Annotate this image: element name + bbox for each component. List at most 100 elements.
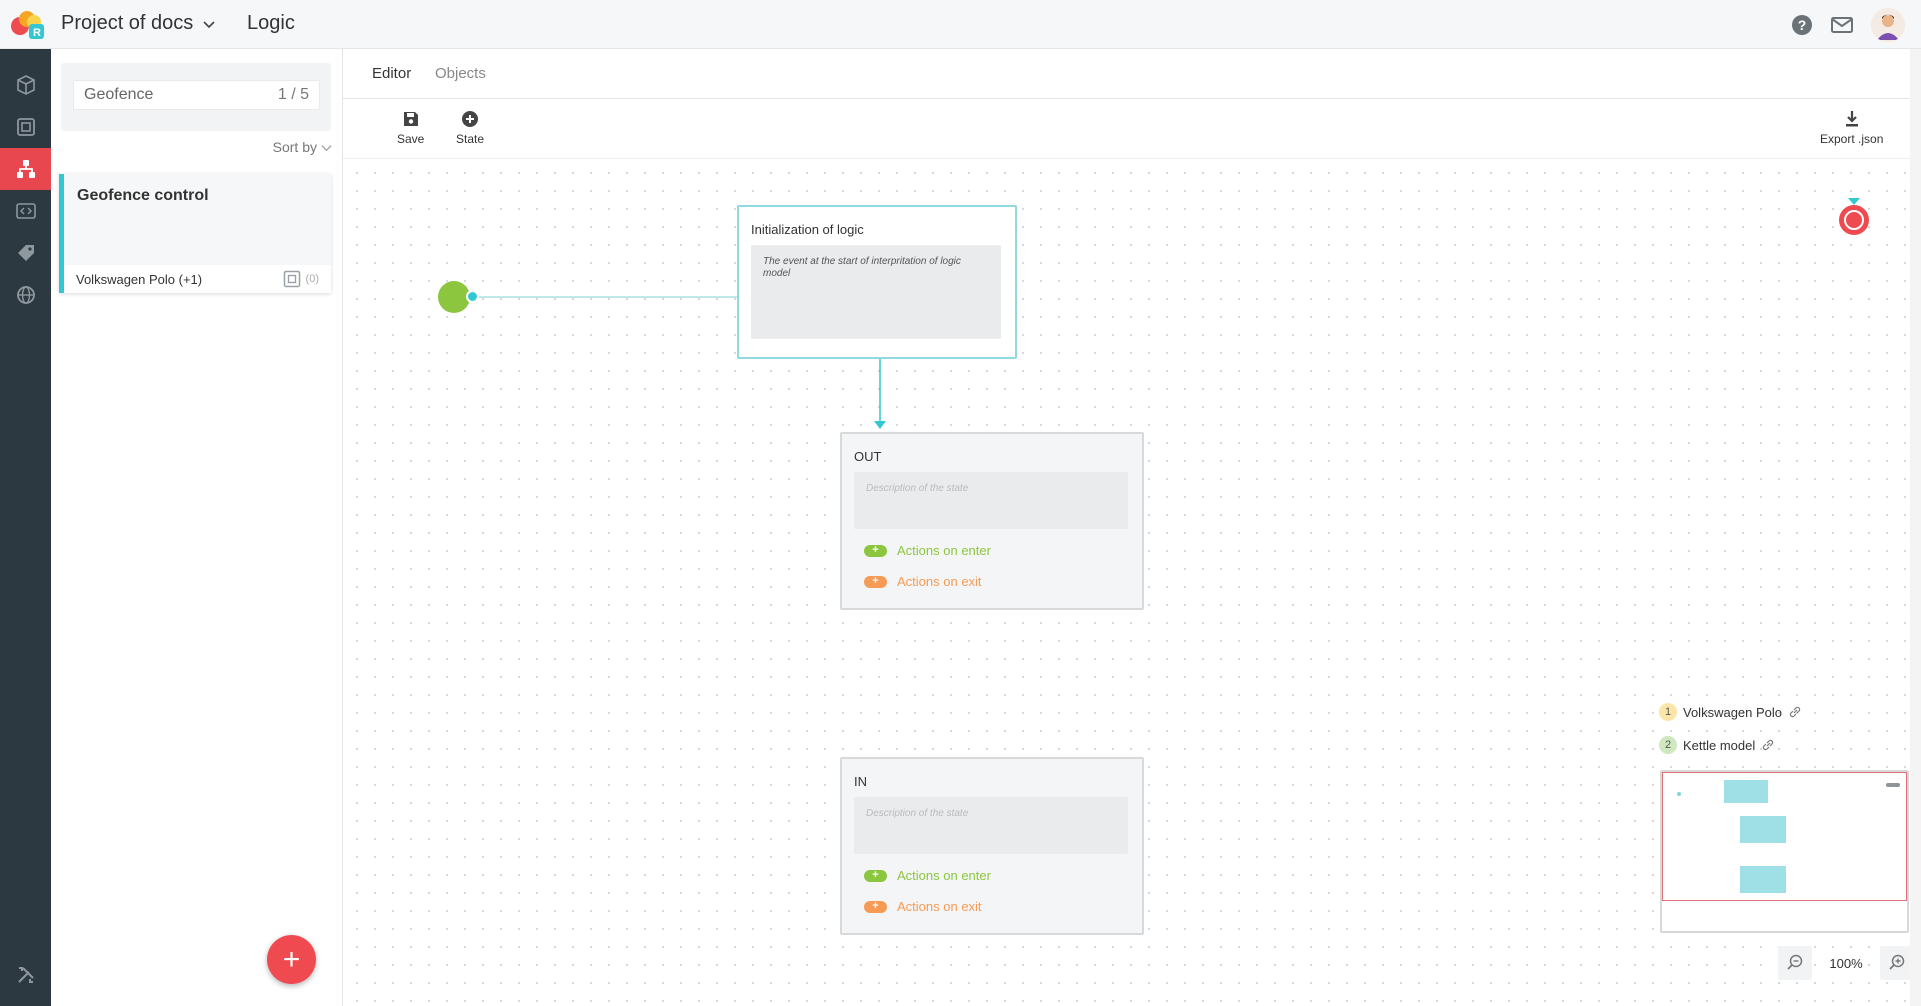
logic-list-panel: Geofence 1 / 5 Sort by Geofence control …: [51, 49, 343, 1006]
search-count: 1 / 5: [277, 86, 309, 103]
save-button[interactable]: Save: [397, 109, 424, 146]
add-logic-button[interactable]: +: [267, 935, 316, 984]
state-description-input[interactable]: Description of the state: [854, 797, 1128, 854]
actions-on-enter-label: Actions on enter: [897, 543, 991, 558]
card-objects: Volkswagen Polo (+1): [76, 271, 203, 287]
minimap-node: [1724, 780, 1768, 803]
rail-item-code[interactable]: [0, 190, 51, 232]
state-title: IN: [854, 774, 867, 789]
zoom-out-icon: [1787, 954, 1803, 970]
rail-item-frames[interactable]: [0, 106, 51, 148]
plus-icon: +: [864, 575, 887, 588]
add-state-button[interactable]: State: [456, 109, 484, 146]
rail-item-objects[interactable]: [0, 64, 51, 106]
code-frame-icon: [15, 203, 36, 219]
header-actions: ?: [1791, 8, 1905, 42]
legend-label: Volkswagen Polo: [1683, 704, 1783, 720]
rail-item-integrations[interactable]: [0, 274, 51, 316]
minimap-start-dot: [1677, 792, 1681, 796]
tag-icon: [17, 245, 34, 261]
search-value: Geofence: [84, 86, 154, 103]
sort-label: Sort by: [272, 139, 317, 155]
logic-canvas[interactable]: Initialization of logic The event at the…: [343, 159, 1921, 1006]
zoom-in-button[interactable]: [1880, 946, 1914, 980]
minimap-end-marker: [1886, 783, 1900, 787]
square-frame-icon: [283, 270, 300, 288]
plus-icon: +: [864, 544, 887, 557]
tab-editor[interactable]: Editor: [372, 65, 411, 82]
object-count: (0): [305, 273, 319, 285]
actions-on-exit-button[interactable]: + Actions on exit: [864, 574, 982, 589]
minimap-node: [1740, 816, 1786, 843]
chevron-down-icon: [203, 20, 215, 28]
actions-on-exit-label: Actions on exit: [897, 574, 982, 589]
card-footer: Volkswagen Polo (+1) (0): [64, 265, 331, 293]
legend-item[interactable]: 1 Volkswagen Polo: [1659, 703, 1802, 721]
actions-on-enter-button[interactable]: + Actions on enter: [864, 868, 991, 883]
actions-on-enter-label: Actions on enter: [897, 868, 991, 883]
save-label: Save: [397, 132, 425, 146]
legend-number: 2: [1659, 736, 1677, 754]
help-icon[interactable]: ?: [1791, 14, 1813, 36]
svg-text:R: R: [33, 27, 41, 39]
avatar[interactable]: [1871, 8, 1905, 42]
link-icon[interactable]: [1761, 738, 1775, 752]
plus-icon: +: [864, 869, 887, 882]
project-selector[interactable]: Project of docs: [61, 12, 215, 35]
scrollbar[interactable]: [1910, 49, 1921, 1006]
state-title: OUT: [854, 449, 882, 464]
end-node[interactable]: [1839, 205, 1869, 235]
sort-dropdown[interactable]: Sort by: [273, 139, 332, 155]
cube-icon: [16, 75, 35, 95]
plus-icon: +: [864, 900, 887, 913]
page-title: Logic: [247, 12, 295, 34]
export-json-button[interactable]: Export .json: [1820, 109, 1883, 146]
editor-tabs: Editor Objects: [343, 49, 1921, 99]
zoom-level: 100%: [1829, 955, 1863, 971]
actions-on-enter-button[interactable]: + Actions on enter: [864, 543, 991, 558]
card-title: Geofence control: [77, 187, 209, 204]
minimap[interactable]: [1660, 770, 1909, 933]
chevron-down-icon: [321, 144, 332, 151]
logic-card[interactable]: Geofence control Volkswagen Polo (+1) (0…: [59, 174, 331, 293]
editor-toolbar: Save State Export .json: [343, 99, 1921, 159]
save-icon: [403, 112, 418, 126]
logo-icon[interactable]: R: [8, 8, 48, 40]
actions-on-exit-button[interactable]: + Actions on exit: [864, 899, 982, 914]
search-area: Geofence 1 / 5: [61, 63, 331, 131]
export-label: Export .json: [1820, 132, 1884, 146]
zoom-in-icon: [1889, 954, 1905, 970]
start-connector-handle[interactable]: [466, 290, 479, 303]
actions-on-exit-label: Actions on exit: [897, 899, 982, 914]
nav-rail: [0, 49, 51, 1006]
zoom-out-button[interactable]: [1778, 946, 1812, 980]
rail-item-logic[interactable]: [0, 148, 51, 190]
legend-label: Kettle model: [1683, 737, 1756, 753]
link-icon[interactable]: [1788, 705, 1802, 719]
rail-item-settings[interactable]: [0, 954, 51, 996]
init-node-description[interactable]: The event at the start of interpritation…: [751, 245, 1001, 339]
hierarchy-icon: [16, 160, 35, 178]
state-description-input[interactable]: Description of the state: [854, 472, 1128, 529]
zoom-controls: 100%: [1778, 946, 1914, 980]
globe-icon: [16, 286, 35, 304]
add-circle-icon: [462, 111, 479, 127]
mail-icon[interactable]: [1831, 16, 1853, 34]
state-node-in[interactable]: IN Description of the state + Actions on…: [840, 757, 1144, 935]
project-name: Project of docs: [61, 12, 194, 34]
square-frame-icon: [16, 118, 35, 136]
init-node-title: Initialization of logic: [751, 222, 864, 237]
init-node[interactable]: Initialization of logic The event at the…: [737, 205, 1017, 359]
tab-objects[interactable]: Objects: [435, 65, 486, 82]
rail-item-tags[interactable]: [0, 232, 51, 274]
minimap-node: [1740, 866, 1786, 893]
svg-text:?: ?: [1798, 17, 1807, 33]
state-node-out[interactable]: OUT Description of the state + Actions o…: [840, 432, 1144, 610]
download-icon: [1845, 111, 1858, 127]
top-header: R Project of docs Logic ?: [0, 0, 1921, 49]
state-label: State: [456, 132, 485, 146]
legend-item[interactable]: 2 Kettle model: [1659, 736, 1775, 754]
card-object-count: (0): [283, 270, 319, 288]
search-input[interactable]: Geofence 1 / 5: [73, 80, 320, 110]
legend-number: 1: [1659, 703, 1677, 721]
